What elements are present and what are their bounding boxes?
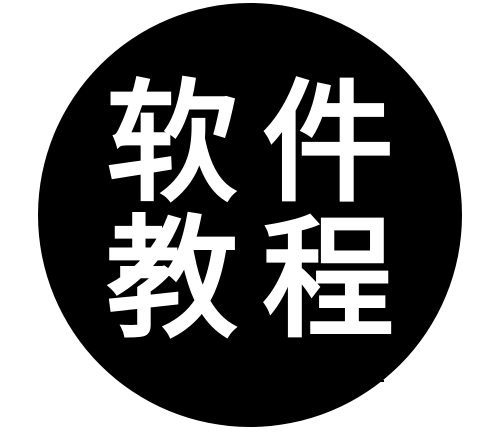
logo-text-line-1: 软件 <box>106 67 418 221</box>
logo-image: 软件 教程 <box>0 0 500 432</box>
edge-artifact <box>376 380 384 382</box>
logo-text-line-2: 教程 <box>106 203 418 357</box>
